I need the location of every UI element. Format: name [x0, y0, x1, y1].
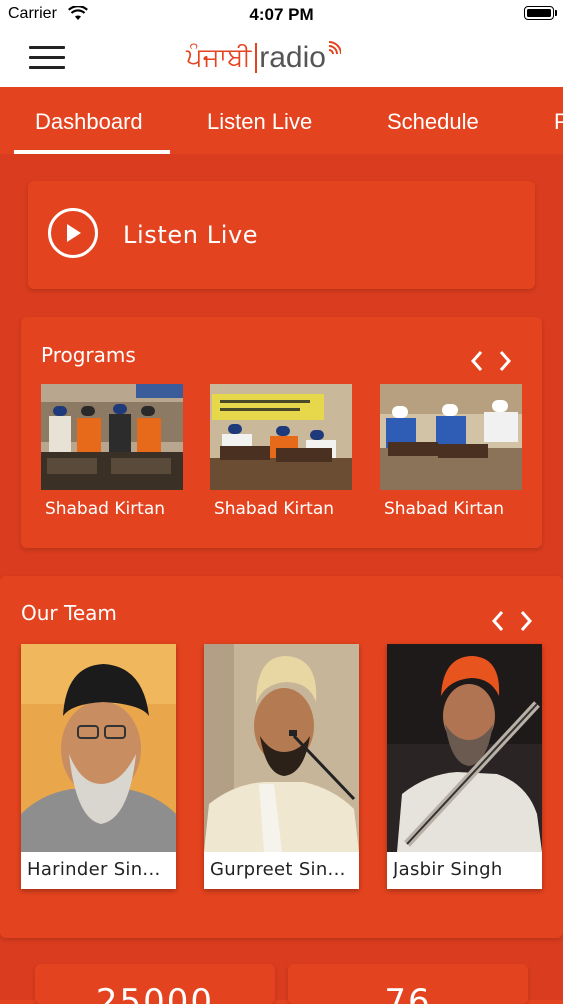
team-carousel-nav — [490, 609, 534, 633]
stat-box-secondary: 76 — [288, 964, 528, 1004]
stat-value: 76 — [384, 982, 432, 1004]
listen-live-label: Listen Live — [123, 221, 259, 249]
tab-listen-live[interactable]: Listen Live — [207, 109, 312, 135]
program-thumbnail[interactable] — [380, 384, 522, 490]
chevron-left-icon[interactable] — [469, 349, 485, 373]
member-photo — [387, 644, 542, 852]
member-name: Gurpreet Sin... — [210, 859, 346, 880]
program-thumbnail[interactable] — [41, 384, 183, 490]
stat-box-listeners: 25000 — [35, 964, 275, 1004]
app-logo: ਪੰਜਾਬੀ radio — [186, 38, 342, 78]
tab-dashboard[interactable]: Dashboard — [35, 109, 143, 135]
play-circle-icon[interactable] — [48, 208, 98, 258]
team-member-card[interactable]: Gurpreet Sin... — [204, 644, 359, 889]
chevron-left-icon[interactable] — [490, 609, 506, 633]
chevron-right-icon[interactable] — [518, 609, 534, 633]
program-caption[interactable]: Shabad Kirtan — [373, 499, 515, 519]
clock: 4:07 PM — [249, 5, 314, 24]
stat-value: 25000 — [95, 982, 215, 1004]
chevron-right-icon[interactable] — [497, 349, 513, 373]
member-photo — [204, 644, 359, 852]
dashboard-content: Listen Live Programs Shabad Kirtan Shaba… — [0, 154, 563, 1004]
tab-bar: Dashboard Listen Live Schedule P — [0, 87, 563, 154]
team-title: Our Team — [21, 601, 117, 625]
our-team-card: Our Team Harinder Sin... Gurpreet Sin...… — [0, 576, 563, 938]
tab-partial[interactable]: P — [554, 109, 563, 135]
listen-live-card[interactable]: Listen Live — [28, 181, 535, 289]
programs-card: Programs Shabad Kirtan Shabad Kirtan Sha… — [21, 317, 542, 548]
logo-gurmukhi-text: ਪੰਜਾਬੀ — [186, 43, 252, 73]
battery-icon — [524, 6, 557, 20]
program-thumbnail[interactable] — [210, 384, 352, 490]
team-member-card[interactable]: Harinder Sin... — [21, 644, 176, 889]
member-photo — [21, 644, 176, 852]
team-member-card[interactable]: Jasbir Singh — [387, 644, 542, 889]
programs-carousel-nav — [469, 349, 513, 373]
member-name: Jasbir Singh — [393, 859, 503, 880]
program-caption[interactable]: Shabad Kirtan — [203, 499, 345, 519]
app-header: ਪੰਜਾਬੀ radio — [0, 30, 563, 87]
program-caption[interactable]: Shabad Kirtan — [34, 499, 176, 519]
logo-latin-text: radio — [259, 41, 326, 74]
status-bar: Carrier 4:07 PM — [0, 0, 563, 30]
broadcast-signal-icon — [327, 40, 342, 59]
tab-schedule[interactable]: Schedule — [387, 109, 479, 135]
member-name: Harinder Sin... — [27, 859, 161, 880]
menu-button[interactable] — [29, 44, 65, 72]
programs-title: Programs — [41, 343, 136, 367]
